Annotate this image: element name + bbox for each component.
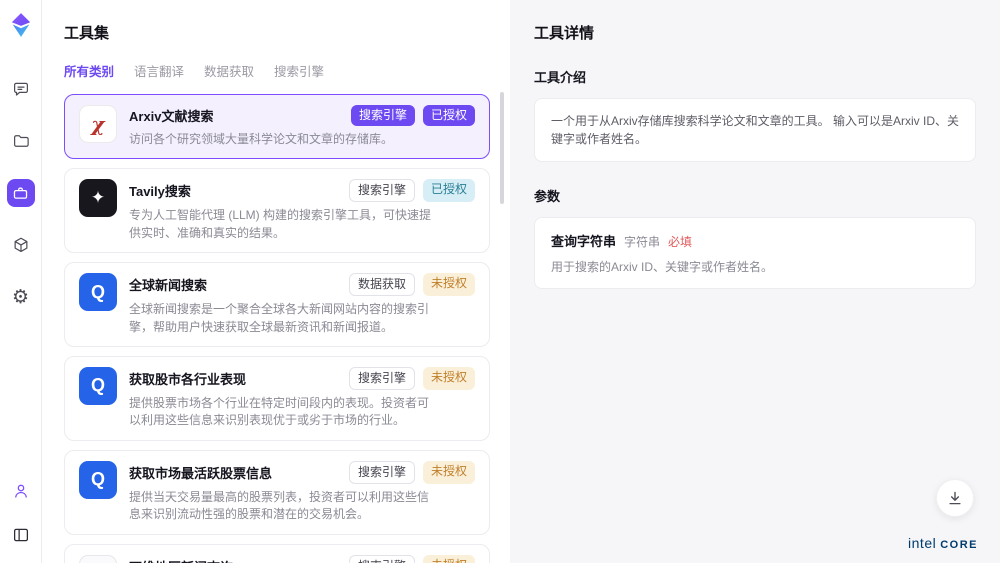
q-logo-icon: Q	[79, 367, 117, 405]
param-type: 字符串	[624, 233, 660, 250]
auth-status-badge: 已授权	[423, 179, 475, 202]
folder-icon[interactable]	[7, 127, 35, 155]
tool-card-regional-news[interactable]: 万维地区新闻查询 搜索引擎 未授权 查询具体行政区划内的新闻，快速了解各地新闻动…	[64, 544, 490, 563]
tool-details-panel: 工具详情 工具介绍 一个用于从Arxiv存储库搜索科学论文和文章的工具。 输入可…	[510, 0, 1000, 563]
tab-search-engine[interactable]: 搜索引擎	[274, 61, 324, 80]
tool-description: 专为人工智能代理 (LLM) 构建的搜索引擎工具，可快速提供实时、准确和真实的结…	[129, 207, 431, 242]
params-heading: 参数	[534, 186, 976, 205]
tool-name: Tavily搜索	[129, 181, 191, 200]
category-badge: 数据获取	[349, 273, 415, 296]
tool-card-sector-performance[interactable]: Q 获取股市各行业表现 搜索引擎 未授权 提供股票市场各个行业在特定时间段内的表…	[64, 356, 490, 441]
tool-card-body: 获取市场最活跃股票信息 搜索引擎 未授权 提供当天交易量最高的股票列表，投资者可…	[129, 461, 475, 524]
document-icon	[79, 555, 117, 563]
auth-status-badge: 未授权	[423, 273, 475, 296]
param-description: 用于搜索的Arxiv ID、关键字或作者姓名。	[551, 258, 959, 275]
tab-language-translation[interactable]: 语言翻译	[134, 61, 184, 80]
category-badge: 搜索引擎	[349, 461, 415, 484]
download-button[interactable]	[936, 479, 974, 517]
tool-description: 全球新闻搜索是一个聚合全球各大新闻网站内容的搜索引擎，帮助用户快速获取全球最新资…	[129, 301, 431, 336]
tool-card-body: Tavily搜索 搜索引擎 已授权 专为人工智能代理 (LLM) 构建的搜索引擎…	[129, 179, 475, 242]
tool-card-body: 全球新闻搜索 数据获取 未授权 全球新闻搜索是一个聚合全球各大新闻网站内容的搜索…	[129, 273, 475, 336]
category-badge: 搜索引擎	[351, 105, 415, 126]
category-badge: 搜索引擎	[349, 367, 415, 390]
core-logo-text: CORE	[940, 539, 978, 551]
tool-name: Arxiv文献搜索	[129, 106, 214, 125]
app-logo	[10, 12, 32, 43]
panel-toggle-icon[interactable]	[7, 521, 35, 549]
tool-card-tavily[interactable]: ✦ Tavily搜索 搜索引擎 已授权 专为人工智能代理 (LLM) 构建的搜索…	[64, 168, 490, 253]
intro-heading: 工具介绍	[534, 67, 976, 86]
cube-icon[interactable]	[7, 231, 35, 259]
tool-card-body: 获取股市各行业表现 搜索引擎 未授权 提供股票市场各个行业在特定时间段内的表现。…	[129, 367, 475, 430]
tools-panel-title: 工具集	[64, 22, 510, 43]
auth-status-badge: 未授权	[423, 367, 475, 390]
tool-card-global-news[interactable]: Q 全球新闻搜索 数据获取 未授权 全球新闻搜索是一个聚合全球各大新闻网站内容的…	[64, 262, 490, 347]
arxiv-icon: χ	[79, 105, 117, 143]
tool-description: 访问各个研究领域大量科学论文和文章的存储库。	[129, 131, 431, 148]
toolbox-icon[interactable]	[7, 179, 35, 207]
intro-card: 一个用于从Arxiv存储库搜索科学论文和文章的工具。 输入可以是Arxiv ID…	[534, 98, 976, 162]
tool-card-body: 万维地区新闻查询 搜索引擎 未授权 查询具体行政区划内的新闻，快速了解各地新闻动…	[129, 555, 475, 563]
intel-core-logo: intel CORE	[908, 535, 978, 551]
param-name: 查询字符串	[551, 231, 616, 250]
q-logo-icon: Q	[79, 273, 117, 311]
intro-text: 一个用于从Arxiv存储库搜索科学论文和文章的工具。 输入可以是Arxiv ID…	[551, 112, 959, 148]
intel-logo-text: intel	[908, 535, 936, 551]
chat-icon[interactable]	[7, 75, 35, 103]
auth-status-badge: 已授权	[423, 105, 475, 126]
tool-card-list: χ Arxiv文献搜索 搜索引擎 已授权 访问各个研究领域大量科学论文和文章的存…	[64, 94, 510, 563]
tool-card-arxiv[interactable]: χ Arxiv文献搜索 搜索引擎 已授权 访问各个研究领域大量科学论文和文章的存…	[64, 94, 490, 159]
scrollbar-thumb[interactable]	[500, 92, 504, 204]
category-badge: 搜索引擎	[349, 179, 415, 202]
tab-all-categories[interactable]: 所有类别	[64, 61, 114, 80]
q-logo-icon: Q	[79, 461, 117, 499]
category-tabs: 所有类别 语言翻译 数据获取 搜索引擎	[64, 61, 510, 80]
tool-card-body: Arxiv文献搜索 搜索引擎 已授权 访问各个研究领域大量科学论文和文章的存储库…	[129, 105, 475, 148]
tab-data-fetching[interactable]: 数据获取	[204, 61, 254, 80]
auth-status-badge: 未授权	[423, 461, 475, 484]
tool-name: 全球新闻搜索	[129, 275, 207, 294]
param-card: 查询字符串 字符串 必填 用于搜索的Arxiv ID、关键字或作者姓名。	[534, 217, 976, 289]
icon-rail: ⚙	[0, 0, 42, 563]
tools-list-panel: 工具集 所有类别 语言翻译 数据获取 搜索引擎 χ Arxiv文献搜索 搜索引擎…	[42, 0, 510, 563]
category-badge: 搜索引擎	[349, 555, 415, 563]
tool-name: 万维地区新闻查询	[129, 557, 233, 563]
auth-status-badge: 未授权	[423, 555, 475, 563]
tool-description: 提供当天交易量最高的股票列表，投资者可以利用这些信息来识别流动性强的股票和潜在的…	[129, 489, 431, 524]
param-required-badge: 必填	[668, 233, 692, 250]
tool-description: 提供股票市场各个行业在特定时间段内的表现。投资者可以利用这些信息来识别表现优于或…	[129, 395, 431, 430]
user-icon[interactable]	[7, 477, 35, 505]
sparkle-icon: ✦	[79, 179, 117, 217]
tool-name: 获取市场最活跃股票信息	[129, 463, 272, 482]
settings-gear-icon[interactable]: ⚙	[7, 283, 35, 311]
details-title: 工具详情	[534, 22, 976, 43]
tool-name: 获取股市各行业表现	[129, 369, 246, 388]
tool-card-most-active-stocks[interactable]: Q 获取市场最活跃股票信息 搜索引擎 未授权 提供当天交易量最高的股票列表，投资…	[64, 450, 490, 535]
